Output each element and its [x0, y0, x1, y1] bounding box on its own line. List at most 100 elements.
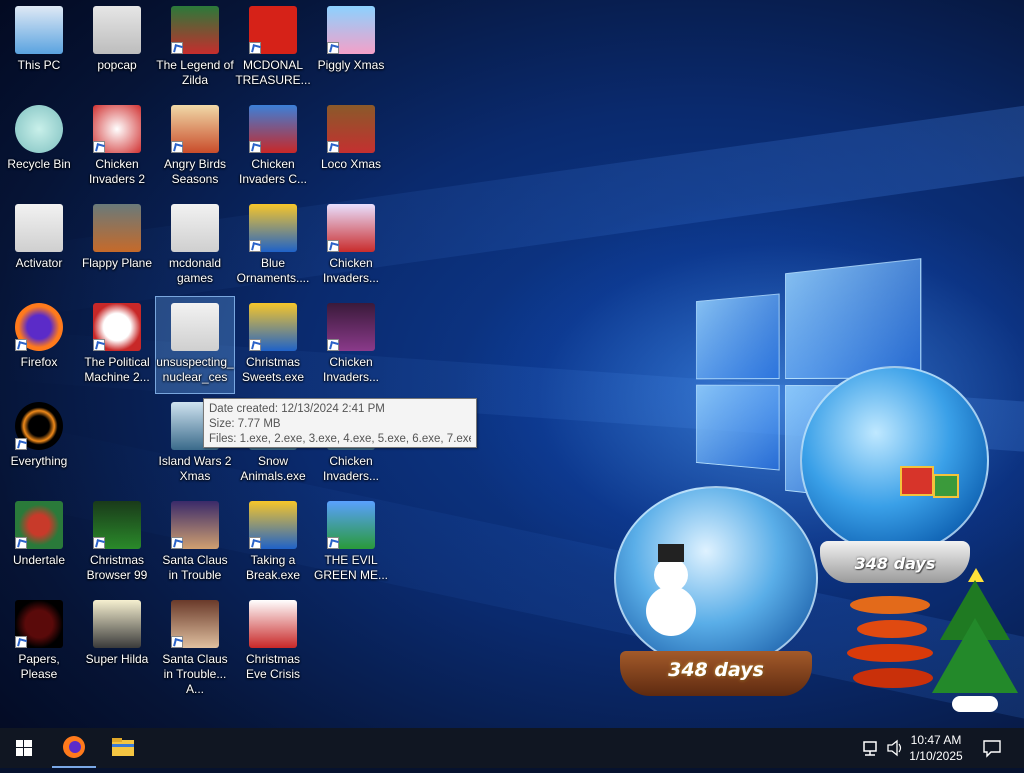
shortcut-arrow-icon: [249, 339, 261, 351]
desktop-icon-label: Angry Birds Seasons: [163, 157, 227, 186]
desktop-icon[interactable]: Taking a Break.exe: [234, 495, 312, 591]
desktop-icon[interactable]: Super Hilda: [78, 594, 156, 690]
desktop-icon[interactable]: The Political Machine 2...: [78, 297, 156, 393]
shortcut-arrow-icon: [93, 537, 105, 549]
desktop-icon[interactable]: Firefox: [0, 297, 78, 393]
desktop-icon-label: Christmas Sweets.exe: [241, 355, 305, 384]
desktop-icon[interactable]: THE EVIL GREEN ME...: [312, 495, 390, 591]
snowglobe-widget-left[interactable]: 348 days: [612, 486, 822, 701]
desktop-icon-label: Snow Animals.exe: [240, 454, 306, 483]
desktop-icon[interactable]: This PC: [0, 0, 78, 96]
shortcut-arrow-icon: [15, 636, 27, 648]
shortcut-arrow-icon: [15, 537, 27, 549]
volume-icon[interactable]: [884, 728, 906, 768]
desktop-icon[interactable]: Recycle Bin: [0, 99, 78, 195]
firefox-icon: [63, 736, 85, 758]
gift-icon: [933, 474, 959, 498]
desktop-icon-label: Activator: [15, 256, 63, 270]
snowman-hat-icon: [658, 544, 684, 562]
desktop-icon[interactable]: Chicken Invaders 2: [78, 99, 156, 195]
action-center-button[interactable]: [972, 728, 1012, 768]
firefox-icon: [15, 303, 63, 351]
game-icon: [249, 600, 297, 648]
taskbar: 10:47 AM 1/10/2025: [0, 728, 1024, 768]
game-icon: [93, 600, 141, 648]
desktop-icon[interactable]: mcdonald games: [156, 198, 234, 294]
desktop-icon-label: Flappy Plane: [81, 256, 153, 270]
desktop-icon-label: unsuspecting_nuclear_ces: [156, 355, 234, 384]
game-icon: [327, 204, 375, 252]
desktop-icon[interactable]: Chicken Invaders...: [312, 198, 390, 294]
shortcut-arrow-icon: [249, 42, 261, 54]
shortcut-arrow-icon: [249, 240, 261, 252]
desktop-icon-label: Firefox: [20, 355, 58, 369]
desktop-icon[interactable]: Santa Claus in Trouble... A...: [156, 594, 234, 696]
exe-icon: [249, 303, 297, 351]
desktop-icon[interactable]: Everything: [0, 396, 78, 492]
shortcut-arrow-icon: [15, 339, 27, 351]
desktop-icon[interactable]: Undertale: [0, 495, 78, 591]
globe-glass: [614, 486, 818, 670]
tooltip-date-created: Date created: 12/13/2024 2:41 PM: [209, 403, 385, 415]
desktop-icon[interactable]: Angry Birds Seasons: [156, 99, 234, 195]
desktop-icon[interactable]: popcap: [78, 0, 156, 96]
tooltip-size: Size: 7.77 MB: [209, 418, 281, 430]
desktop-icon[interactable]: Santa Claus in Trouble: [156, 495, 234, 591]
desktop-icon-label: Island Wars 2 Xmas: [158, 454, 232, 483]
globe-glass: [800, 366, 989, 555]
exe-icon: [249, 204, 297, 252]
desktop-icon-label: Taking a Break.exe: [245, 553, 301, 582]
desktop-icon[interactable]: Loco Xmas: [312, 99, 390, 195]
desktop-icon[interactable]: Chicken Invaders C...: [234, 99, 312, 195]
shortcut-arrow-icon: [93, 141, 105, 153]
recycle-bin-icon: [15, 105, 63, 153]
game-icon: [93, 501, 141, 549]
taskbar-file-explorer-button[interactable]: [100, 728, 144, 768]
taskbar-clock[interactable]: 10:47 AM 1/10/2025: [906, 732, 966, 764]
desktop-icon-label: THE EVIL GREEN ME...: [313, 553, 388, 582]
desktop-icon-label: This PC: [17, 58, 61, 72]
folder-icon: [171, 204, 219, 252]
clock-date: 1/10/2025: [909, 749, 963, 763]
desktop-icon[interactable]: Chicken Invaders...: [312, 297, 390, 393]
game-icon: [249, 6, 297, 54]
desktop-icon-label: Blue Ornaments....: [236, 256, 310, 285]
snowglobe-widget-right[interactable]: 348 days: [795, 366, 995, 596]
folder-icon: [15, 204, 63, 252]
shortcut-arrow-icon: [327, 240, 339, 252]
desktop[interactable]: This PC popcap The Legend of Zilda MCDONAL …: [0, 0, 1024, 728]
desktop-icon[interactable]: Activator: [0, 198, 78, 294]
shortcut-arrow-icon: [171, 42, 183, 54]
start-button[interactable]: [2, 728, 46, 768]
desktop-icon[interactable]: Flappy Plane: [78, 198, 156, 294]
folder-icon: [171, 303, 219, 351]
desktop-icon-label: Chicken Invaders...: [322, 355, 380, 384]
shortcut-arrow-icon: [327, 537, 339, 549]
desktop-icon[interactable]: unsuspecting_nuclear_ces: [155, 296, 235, 394]
game-icon: [327, 105, 375, 153]
desktop-icon[interactable]: The Legend of Zilda: [156, 0, 234, 96]
network-icon[interactable]: [860, 728, 882, 768]
desktop-icon-label: Chicken Invaders...: [322, 256, 380, 285]
game-icon: [93, 204, 141, 252]
desktop-icon[interactable]: Christmas Browser 99: [78, 495, 156, 591]
desktop-icon-label: Piggly Xmas: [317, 58, 385, 72]
desktop-icon[interactable]: Piggly Xmas: [312, 0, 390, 96]
desktop-icon-label: Santa Claus in Trouble... A...: [162, 652, 228, 696]
desktop-icon-label: Everything: [10, 454, 68, 468]
snowman-icon: [646, 586, 696, 636]
desktop-icon[interactable]: Blue Ornaments....: [234, 198, 312, 294]
clock-time: 10:47 AM: [910, 733, 962, 747]
desktop-icon-label: Chicken Invaders C...: [238, 157, 308, 186]
desktop-icon[interactable]: Papers, Please: [0, 594, 78, 690]
game-icon: [171, 6, 219, 54]
desktop-icon-label: MCDONAL TREASURE...: [235, 58, 311, 87]
shortcut-arrow-icon: [327, 339, 339, 351]
desktop-icon[interactable]: Christmas Sweets.exe: [234, 297, 312, 393]
shortcut-arrow-icon: [171, 537, 183, 549]
shortcut-arrow-icon: [327, 141, 339, 153]
taskbar-firefox-button[interactable]: [52, 728, 96, 768]
desktop-icon[interactable]: MCDONAL TREASURE...: [234, 0, 312, 96]
folder-icon: [112, 738, 134, 756]
desktop-icon[interactable]: Christmas Eve Crisis: [234, 594, 312, 690]
